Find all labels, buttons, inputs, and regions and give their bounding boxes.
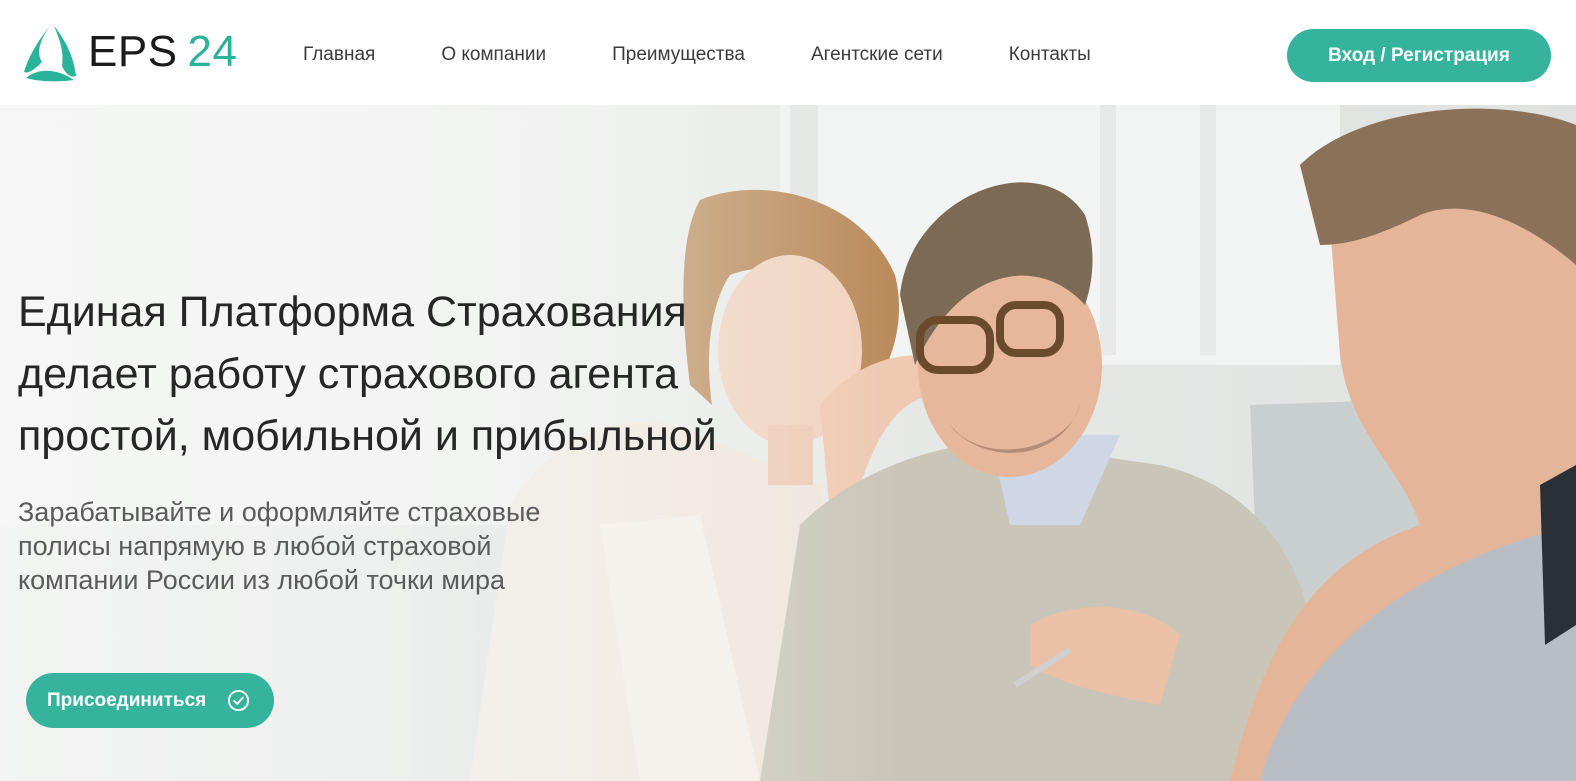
hero-subtitle-line: компании России из любой точки мира xyxy=(18,565,506,595)
nav-item-about[interactable]: О компании xyxy=(441,44,546,66)
hero-title-line: Единая Платформа Страхования xyxy=(18,288,687,336)
hero-title-line: простой, мобильной и прибыльной xyxy=(18,412,717,460)
login-register-button[interactable]: Вход / Регистрация xyxy=(1287,29,1551,82)
check-circle-icon xyxy=(227,689,250,712)
logo-text: EPS 24 xyxy=(88,27,238,76)
hero-title-line: делает работу страхового агента xyxy=(18,350,679,398)
main-nav: Главная О компании Преимущества Агентски… xyxy=(303,42,1091,68)
nav-item-advantages[interactable]: Преимущества xyxy=(612,44,745,66)
hero-subtitle: Зарабатывайте и оформляйте страховые пол… xyxy=(18,495,588,597)
join-button[interactable]: Присоединиться xyxy=(26,673,274,728)
triangle-logo-icon xyxy=(24,26,76,82)
hero-title: Единая Платформа Страхования делает рабо… xyxy=(18,281,798,467)
nav-item-home[interactable]: Главная xyxy=(303,44,375,66)
nav-item-agent-networks[interactable]: Агентские сети xyxy=(811,44,943,66)
hero-subtitle-line: полисы напрямую в любой страховой xyxy=(18,531,492,561)
hero-section: Единая Платформа Страхования делает рабо… xyxy=(0,105,1576,781)
logo-link[interactable]: EPS 24 xyxy=(20,22,238,82)
nav-item-contacts[interactable]: Контакты xyxy=(1009,44,1091,66)
hero-subtitle-line: Зарабатывайте и оформляйте страховые xyxy=(18,497,541,527)
join-button-label: Присоединиться xyxy=(47,689,207,711)
site-header: EPS 24 Главная О компании Преимущества Аг… xyxy=(0,0,1576,105)
